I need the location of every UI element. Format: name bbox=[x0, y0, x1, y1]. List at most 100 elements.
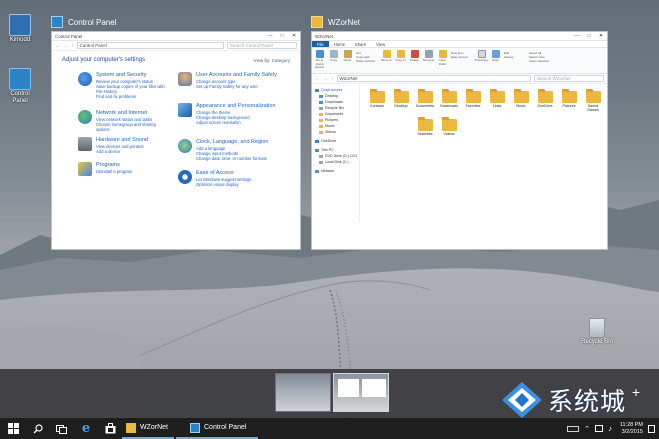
desktop-thumbnail-1[interactable] bbox=[275, 373, 331, 412]
new-folder-button[interactable]: New folder bbox=[437, 50, 448, 71]
minimize-icon[interactable]: — bbox=[571, 32, 583, 41]
task-view-explorer[interactable]: WZorNet WZorNet — □ ✕ File Home Share Vi… bbox=[311, 14, 608, 250]
back-arrow-icon[interactable]: ← bbox=[315, 76, 320, 82]
folder-item-saved-games[interactable]: Saved Games bbox=[582, 89, 604, 112]
properties-button[interactable]: Properties bbox=[475, 50, 488, 71]
clock[interactable]: 11:28 PM 3/2/2015 bbox=[617, 422, 643, 436]
task-view-control-panel[interactable]: Control Panel Control Panel — □ ✕ ← → ↑ … bbox=[51, 14, 301, 250]
desktop-thumbnail-2[interactable] bbox=[333, 373, 389, 412]
category-link[interactable]: Add a device bbox=[96, 149, 148, 154]
category-link[interactable]: Choose homegroup and sharing options bbox=[96, 122, 170, 132]
close-icon[interactable]: ✕ bbox=[595, 32, 607, 41]
start-button[interactable] bbox=[0, 418, 26, 439]
action-center-icon[interactable] bbox=[648, 424, 655, 433]
nav-item-videos[interactable]: Videos bbox=[312, 129, 359, 135]
category-name[interactable]: Clock, Language, and Region bbox=[196, 139, 268, 146]
category-link[interactable]: Optimize visual display bbox=[196, 182, 251, 187]
folder-item-contacts[interactable]: Contacts bbox=[366, 89, 388, 108]
folder-item-videos[interactable]: Videos bbox=[438, 117, 460, 136]
category-system-security[interactable]: System and Security Review your computer… bbox=[78, 72, 170, 99]
category-link[interactable]: Set up Family Safety for any user bbox=[196, 84, 277, 89]
view-by-value[interactable]: Category bbox=[272, 58, 290, 63]
volume-icon[interactable]: ♪ bbox=[608, 424, 612, 433]
maximize-icon[interactable]: □ bbox=[583, 32, 595, 41]
taskbar-item-explorer[interactable]: WZorNet bbox=[122, 418, 174, 439]
category-name[interactable]: User Accounts and Family Safety bbox=[196, 72, 277, 79]
category-hardware-sound[interactable]: Hardware and Sound View devices and prin… bbox=[78, 137, 170, 154]
category-programs[interactable]: Programs Uninstall a program bbox=[78, 162, 170, 176]
rename-button[interactable]: Rename bbox=[423, 50, 434, 71]
nav-item-local-disk[interactable]: Local Disk (C:) bbox=[312, 159, 359, 165]
back-arrow-icon[interactable]: ← bbox=[55, 43, 60, 49]
store-button[interactable] bbox=[98, 418, 122, 439]
folder-item-documents[interactable]: Documents bbox=[414, 89, 436, 108]
category-user-accounts[interactable]: User Accounts and Family Safety Change a… bbox=[178, 72, 288, 89]
desktop-icon-recycle-bin[interactable]: Recycle Bin bbox=[580, 318, 614, 346]
history-button[interactable]: History bbox=[504, 55, 526, 59]
network-icon[interactable] bbox=[595, 425, 603, 432]
paste-shortcut-button[interactable]: Paste shortcut bbox=[356, 59, 378, 63]
task-view-button[interactable] bbox=[50, 418, 74, 439]
nav-item-network[interactable]: Network bbox=[312, 168, 359, 174]
delete-button[interactable]: Delete bbox=[409, 50, 420, 71]
folder-item-music[interactable]: Music bbox=[510, 89, 532, 108]
nav-item-onedrive[interactable]: OneDrive bbox=[312, 138, 359, 144]
category-network-internet[interactable]: Network and Internet View network status… bbox=[78, 110, 170, 132]
folder-item-favorites[interactable]: Favorites bbox=[462, 89, 484, 108]
open-button[interactable]: Open bbox=[490, 50, 501, 71]
folder-item-downloads[interactable]: Downloads bbox=[438, 89, 460, 108]
search-button[interactable] bbox=[26, 418, 50, 439]
add-desktop-icon[interactable]: + bbox=[629, 385, 643, 399]
pin-quick-access-button[interactable]: Pin to Quick access bbox=[314, 50, 325, 71]
forward-arrow-icon[interactable]: → bbox=[63, 43, 68, 49]
copy-button[interactable]: Copy bbox=[328, 50, 339, 71]
category-clock-language[interactable]: Clock, Language, and Region Add a langua… bbox=[178, 139, 288, 161]
address-field[interactable]: WZorNet bbox=[336, 75, 531, 82]
maximize-icon[interactable]: □ bbox=[276, 32, 288, 41]
category-link[interactable]: Change date, time, or number formats bbox=[196, 156, 268, 161]
copy-to-button[interactable]: Copy to bbox=[395, 50, 406, 71]
view-by[interactable]: View by: Category bbox=[254, 58, 290, 63]
category-name[interactable]: Programs bbox=[96, 162, 132, 169]
search-input[interactable]: Search WZorNet bbox=[534, 75, 604, 82]
tab-share[interactable]: Share bbox=[350, 41, 371, 47]
control-panel-window[interactable]: Control Panel — □ ✕ ← → ↑ Control Panel … bbox=[51, 31, 301, 250]
explorer-window[interactable]: WZorNet — □ ✕ File Home Share View Pin t… bbox=[311, 31, 608, 250]
easy-access-button[interactable]: Easy access bbox=[451, 55, 473, 59]
category-link[interactable]: Adjust screen resolution bbox=[196, 120, 276, 125]
up-arrow-icon[interactable]: ↑ bbox=[71, 43, 74, 49]
category-link[interactable]: Uninstall a program bbox=[96, 169, 132, 174]
paste-button[interactable]: Paste bbox=[342, 50, 353, 71]
desktop-icon-pc[interactable]: Kimodd bbox=[3, 14, 37, 44]
category-name[interactable]: Hardware and Sound bbox=[96, 137, 148, 144]
folder-item-onedrive[interactable]: OneDrive bbox=[534, 89, 556, 108]
folder-item-searches[interactable]: Searches bbox=[414, 117, 436, 136]
up-arrow-icon[interactable]: ↑ bbox=[331, 76, 334, 82]
keyboard-icon[interactable] bbox=[567, 425, 580, 432]
category-name[interactable]: Network and Internet bbox=[96, 110, 170, 117]
category-link[interactable]: Find and fix problems bbox=[96, 94, 170, 99]
folder-item-pictures[interactable]: Pictures bbox=[558, 89, 580, 108]
forward-arrow-icon[interactable]: → bbox=[323, 76, 328, 82]
ie-button[interactable]: e bbox=[74, 418, 98, 439]
category-name[interactable]: Appearance and Personalization bbox=[196, 103, 276, 110]
tab-view[interactable]: View bbox=[371, 41, 390, 47]
chevron-up-icon[interactable]: ⌃ bbox=[584, 425, 590, 433]
minimize-icon[interactable]: — bbox=[264, 32, 276, 41]
taskbar-item-control-panel[interactable]: Control Panel bbox=[176, 418, 259, 439]
invert-selection-button[interactable]: Invert selection bbox=[529, 59, 559, 63]
category-ease-of-access[interactable]: Ease of Access Let Windows suggest setti… bbox=[178, 170, 288, 187]
category-name[interactable]: Ease of Access bbox=[196, 170, 251, 177]
folder-item-desktop[interactable]: Desktop bbox=[390, 89, 412, 108]
category-name[interactable]: System and Security bbox=[96, 72, 170, 79]
category-appearance[interactable]: Appearance and Personalization Change th… bbox=[178, 103, 288, 125]
category-link[interactable]: Save backup copies of your files with Fi… bbox=[96, 84, 170, 94]
tab-home[interactable]: Home bbox=[329, 41, 350, 47]
desktop-icon-control-panel[interactable]: Control Panel bbox=[3, 68, 37, 105]
address-field[interactable]: Control Panel bbox=[76, 42, 224, 49]
tab-file[interactable]: File bbox=[312, 41, 329, 47]
folder-item-links[interactable]: Links bbox=[486, 89, 508, 108]
search-input[interactable]: Search Control Panel bbox=[227, 42, 297, 49]
close-icon[interactable]: ✕ bbox=[288, 32, 300, 41]
move-to-button[interactable]: Move to bbox=[381, 50, 392, 71]
